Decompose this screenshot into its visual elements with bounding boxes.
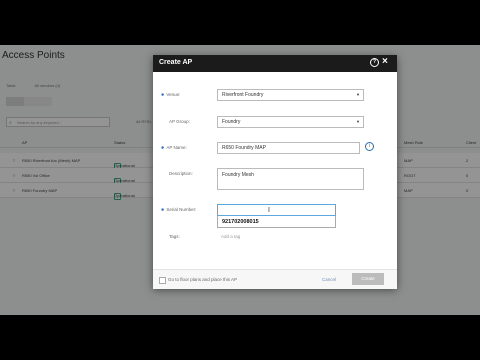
create-button[interactable]: Create — [352, 273, 384, 285]
cancel-button[interactable]: Cancel — [322, 277, 336, 282]
tags-input[interactable]: Add a tag — [217, 231, 336, 243]
serial-number-input[interactable] — [217, 204, 336, 216]
info-icon[interactable]: i — [365, 142, 374, 151]
caret-down-icon: ▼ — [356, 92, 360, 97]
serial-number-label: ✱ Serial Number: — [161, 207, 197, 212]
ap-name-input[interactable]: R650 Foundry MAP — [217, 142, 360, 154]
dialog-title: Create AP — [159, 59, 193, 66]
ap-group-label: AP Group: — [169, 119, 190, 124]
help-icon[interactable]: ? — [370, 58, 379, 67]
tags-label: Tags: — [169, 234, 180, 239]
description-label: Description: — [169, 171, 193, 176]
floorplan-checkbox[interactable] — [159, 277, 166, 284]
ap-name-label: ✱ AP Name: — [161, 145, 187, 150]
venue-select[interactable]: Riverfront Foundry ▼ — [217, 89, 364, 101]
floorplan-label: Go to floor plans and place this AP — [168, 277, 238, 282]
serial-suggestion-item[interactable]: 921702008015 — [217, 216, 336, 228]
dialog-header: Create AP ? × — [153, 55, 397, 72]
ap-group-select[interactable]: Foundry ▼ — [217, 116, 364, 128]
dialog-footer: Go to floor plans and place this AP Canc… — [153, 269, 397, 289]
close-icon[interactable]: × — [382, 56, 388, 68]
app-screen: Access Points Table All vendors (4) ⌕ Se… — [0, 45, 480, 315]
caret-down-icon: ▼ — [356, 119, 360, 124]
description-textarea[interactable]: Foundry Mesh — [217, 168, 364, 190]
venue-label: ✱ Venue: — [161, 92, 181, 97]
text-cursor-icon: I — [268, 207, 270, 214]
create-ap-dialog: Create AP ? × ✱ Venue: Riverfront Foundry… — [153, 55, 397, 289]
